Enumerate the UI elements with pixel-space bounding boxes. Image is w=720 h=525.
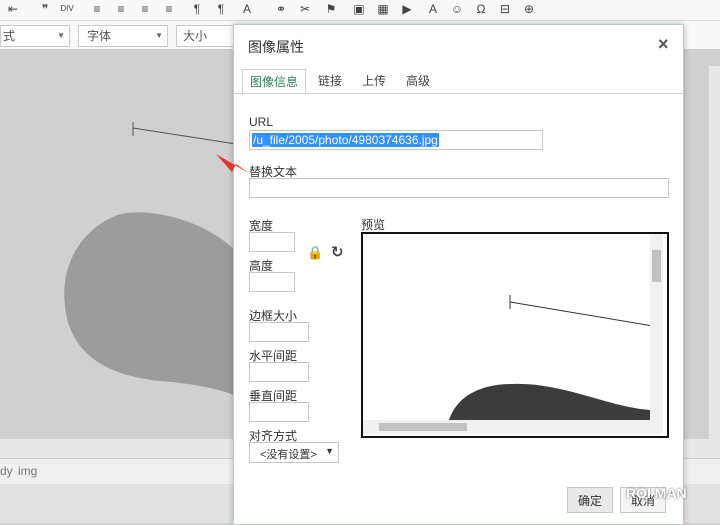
- reset-size-icon[interactable]: ↻: [331, 243, 344, 261]
- ok-button[interactable]: 确定: [567, 487, 613, 513]
- youtube-icon[interactable]: ▶: [398, 1, 416, 17]
- tab-image-info[interactable]: 图像信息: [242, 69, 306, 95]
- link-icon[interactable]: ⚭: [272, 1, 290, 17]
- tab-label: 高级: [405, 74, 430, 88]
- border-input[interactable]: [249, 322, 309, 342]
- tab-label: 链接: [317, 74, 342, 88]
- iframe-icon[interactable]: ⊕: [520, 1, 538, 17]
- size-combo[interactable]: 大小: [176, 25, 236, 47]
- size-combo-label: 大小: [183, 29, 208, 43]
- chevron-down-icon: ▼: [57, 31, 65, 40]
- alt-text-input[interactable]: [249, 178, 669, 198]
- dialog-header[interactable]: 图像属性 ×: [234, 25, 683, 65]
- scroll-thumb[interactable]: [379, 423, 467, 431]
- vertical-scrollbar[interactable]: [709, 66, 720, 439]
- align-select[interactable]: <没有设置> ▼: [249, 442, 339, 463]
- justify-icon[interactable]: ≡: [160, 1, 178, 17]
- outdent-icon[interactable]: ⇤: [4, 1, 22, 17]
- dialog-title: 图像属性: [248, 39, 304, 55]
- annotation-arrow: [216, 154, 250, 174]
- url-input[interactable]: /u_file/2005/photo/4980374636.jpg: [249, 130, 543, 150]
- url-label: URL: [249, 115, 274, 129]
- align-left-icon[interactable]: ≡: [88, 1, 106, 17]
- close-icon[interactable]: ×: [658, 34, 669, 55]
- tab-divider: [234, 93, 683, 94]
- font-combo-label: 字体: [87, 29, 112, 43]
- preview-pane: [361, 232, 669, 438]
- width-input[interactable]: [249, 232, 295, 252]
- image-properties-dialog: 图像属性 × 图像信息 链接 上传 高级 URL /u_file/2005/ph…: [233, 24, 684, 525]
- height-input[interactable]: [249, 272, 295, 292]
- watermark: ROI MAN: [626, 485, 687, 501]
- special-char-icon[interactable]: Ω: [472, 1, 490, 17]
- preview-horizontal-scrollbar[interactable]: [363, 420, 663, 434]
- tab-upload[interactable]: 上传: [354, 69, 394, 93]
- tab-link[interactable]: 链接: [310, 69, 350, 93]
- font-combo[interactable]: 字体 ▼: [78, 25, 168, 47]
- path-item[interactable]: img: [18, 464, 37, 478]
- align-value: <没有设置>: [260, 449, 317, 461]
- align-right-icon[interactable]: ≡: [136, 1, 154, 17]
- url-value: /u_file/2005/photo/4980374636.jpg: [252, 133, 439, 147]
- vspace-input[interactable]: [249, 402, 309, 422]
- anchor-icon[interactable]: ⚑: [322, 1, 340, 17]
- ltr-icon[interactable]: ¶: [188, 1, 206, 17]
- page-break-icon[interactable]: ⊟: [496, 1, 514, 17]
- style-combo[interactable]: 式 ▼: [0, 25, 70, 47]
- table-icon[interactable]: ▦: [374, 1, 392, 17]
- language-icon[interactable]: A: [238, 1, 256, 17]
- smiley-icon[interactable]: ☺: [448, 1, 466, 17]
- editor-toolbar: ⇤ ❞ DIV ≡ ≡ ≡ ≡ ¶ ¶ A ⚭ ✂ ⚑ ▣ ▦ ▶ A ☺ Ω ⊟ ⊕: [0, 0, 720, 21]
- preview-label: 预览: [361, 218, 386, 232]
- lock-icon[interactable]: 🔒: [307, 245, 323, 261]
- div-icon[interactable]: DIV: [58, 1, 76, 17]
- preview-image: [449, 295, 654, 420]
- tab-label: 上传: [361, 74, 386, 88]
- scroll-thumb[interactable]: [652, 250, 661, 282]
- hspace-input[interactable]: [249, 362, 309, 382]
- text-direction-icon[interactable]: A: [424, 1, 442, 17]
- blockquote-icon[interactable]: ❞: [36, 1, 54, 17]
- style-combo-label: 式: [3, 29, 16, 43]
- tab-advanced[interactable]: 高级: [398, 69, 438, 93]
- rtl-icon[interactable]: ¶: [212, 1, 230, 17]
- preview-vertical-scrollbar[interactable]: [650, 234, 663, 420]
- tab-label: 图像信息: [249, 75, 298, 89]
- path-item[interactable]: dy: [0, 464, 13, 478]
- chevron-down-icon: ▼: [155, 31, 163, 40]
- image-icon[interactable]: ▣: [350, 1, 368, 17]
- chevron-down-icon: ▼: [325, 446, 334, 456]
- unlink-icon[interactable]: ✂: [296, 1, 314, 17]
- align-center-icon[interactable]: ≡: [112, 1, 130, 17]
